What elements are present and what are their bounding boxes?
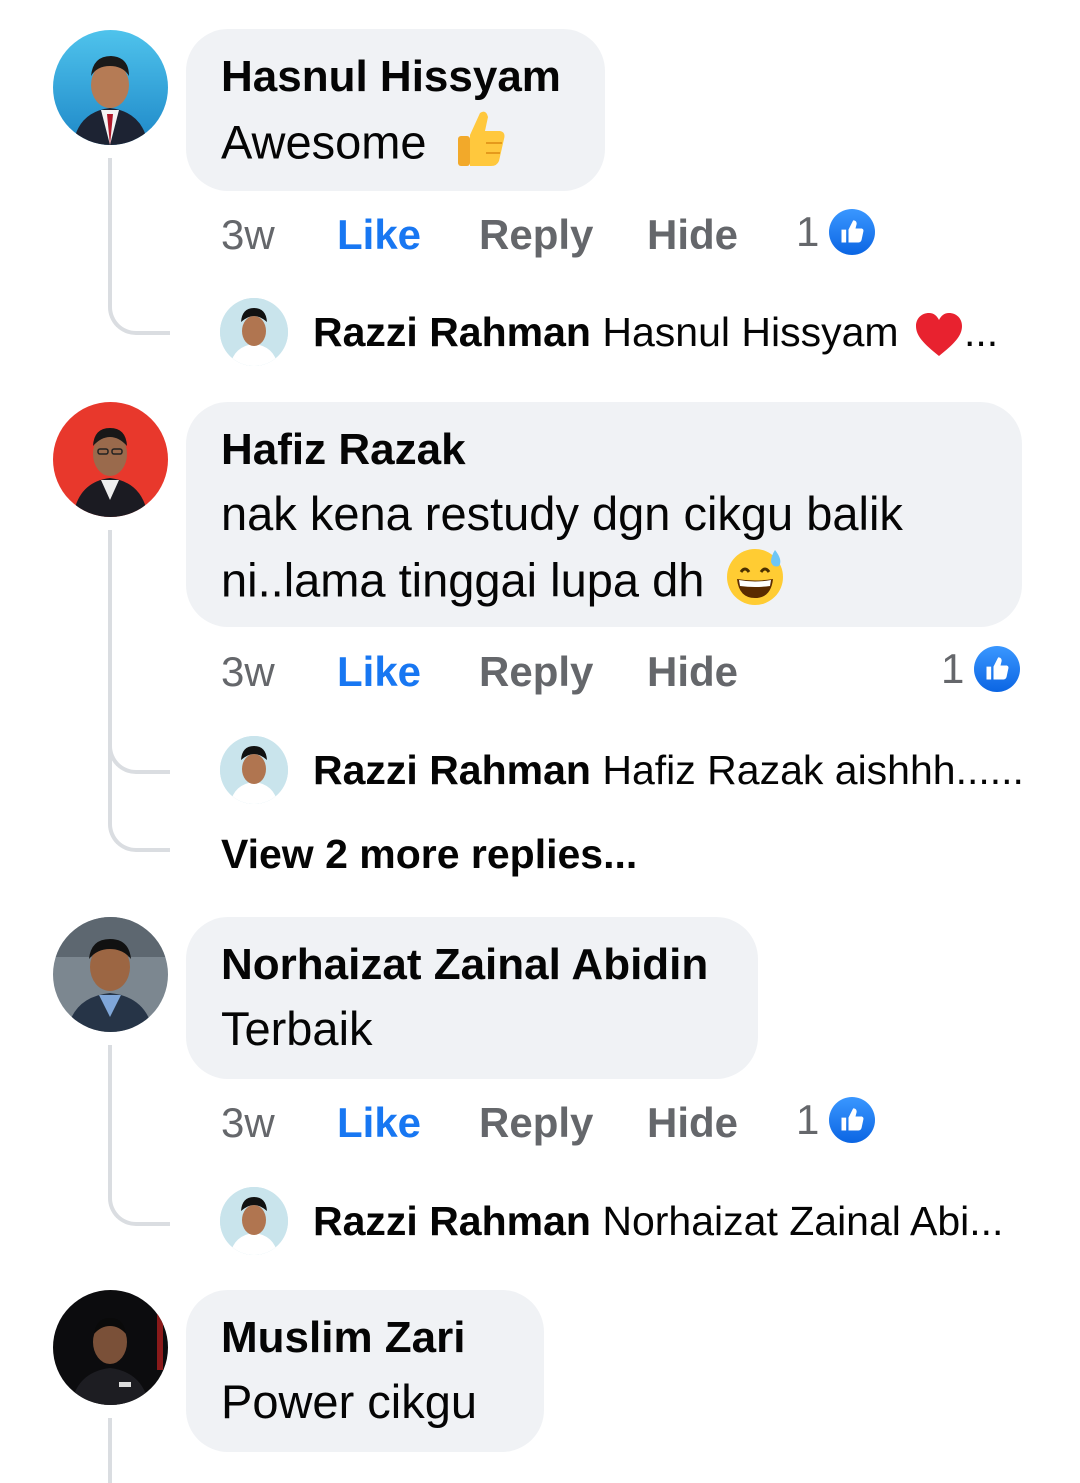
reply-text: Norhaizat Zainal Abi... (602, 1198, 1004, 1244)
thumbs-up-icon (974, 646, 1021, 692)
reply-author[interactable]: Razzi Rahman (313, 309, 591, 355)
timestamp[interactable]: 3w (221, 642, 275, 702)
reaction-number: 1 (796, 208, 820, 255)
comment-author[interactable]: Hasnul Hissyam (221, 49, 571, 105)
reaction-count[interactable]: 1 (796, 1090, 876, 1150)
comment-text: ni..lama tinggai lupa dh (221, 546, 988, 622)
comment-bubble: Hafiz Razak nak kena restudy dgn cikgu b… (186, 402, 1022, 627)
reply-button[interactable]: Reply (479, 1093, 593, 1153)
thread-connector (108, 1140, 170, 1226)
comment-author[interactable]: Hafiz Razak (221, 422, 988, 478)
like-button[interactable]: Like (337, 205, 421, 265)
avatar[interactable] (53, 1290, 168, 1405)
thread-line (108, 1418, 112, 1483)
comment-line: Terbaik (221, 1002, 373, 1055)
comment-bubble: Muslim Zari Power cikgu (186, 1290, 544, 1452)
comment-line: Awesome (221, 115, 427, 169)
like-button[interactable]: Like (337, 1093, 421, 1153)
avatar[interactable] (53, 402, 168, 517)
comment-line: Power cikgu (221, 1375, 477, 1428)
reply-author[interactable]: Razzi Rahman (313, 747, 591, 793)
reaction-number: 1 (941, 645, 965, 692)
reply-avatar[interactable] (220, 1187, 288, 1255)
reply-ellipsis: ... (963, 309, 999, 355)
reply-avatar[interactable] (220, 298, 288, 366)
comment-text: Awesome (221, 109, 571, 183)
comment-author[interactable]: Norhaizat Zainal Abidin (221, 937, 724, 993)
hide-button[interactable]: Hide (647, 205, 738, 265)
thumbs-up-icon (829, 1097, 876, 1143)
timestamp[interactable]: 3w (221, 1093, 275, 1153)
view-more-replies-link[interactable]: View 2 more replies... (221, 824, 637, 884)
grinning-sweat-emoji-icon (725, 546, 785, 622)
reaction-number: 1 (796, 1096, 820, 1143)
thumbs-up-icon (829, 209, 876, 255)
avatar[interactable] (53, 917, 168, 1032)
hide-button[interactable]: Hide (647, 642, 738, 702)
comment-bubble: Hasnul Hissyam Awesome (186, 29, 605, 191)
like-button[interactable]: Like (337, 642, 421, 702)
heart-icon (915, 313, 962, 357)
reaction-count[interactable]: 1 (796, 202, 876, 262)
reply-button[interactable]: Reply (479, 642, 593, 702)
reply-text: Hasnul Hissyam (602, 309, 899, 355)
reply-button[interactable]: Reply (479, 205, 593, 265)
comment-bubble: Norhaizat Zainal Abidin Terbaik (186, 917, 758, 1079)
hide-button[interactable]: Hide (647, 1093, 738, 1153)
thumbs-up-emoji-icon (456, 109, 506, 183)
reply-text: Hafiz Razak aishhh...... (602, 747, 1024, 793)
reply-avatar[interactable] (220, 736, 288, 804)
reply-author[interactable]: Razzi Rahman (313, 1198, 591, 1244)
avatar[interactable] (53, 30, 168, 145)
comment-line: nak kena restudy dgn cikgu balik (221, 487, 903, 540)
reply-preview[interactable]: Razzi Rahman Hafiz Razak aishhh...... (313, 736, 1024, 804)
thread-line (108, 530, 112, 820)
thread-connector (108, 790, 170, 852)
comment-author[interactable]: Muslim Zari (221, 1310, 510, 1366)
timestamp[interactable]: 3w (221, 205, 275, 265)
reaction-count[interactable]: 1 (941, 639, 1021, 699)
thread-connector (108, 700, 170, 774)
thread-connector (108, 255, 170, 335)
comment-line: ni..lama tinggai lupa dh (221, 553, 705, 607)
reply-preview[interactable]: Razzi Rahman Hasnul Hissyam ... (313, 298, 998, 366)
reply-preview[interactable]: Razzi Rahman Norhaizat Zainal Abi... (313, 1187, 1003, 1255)
